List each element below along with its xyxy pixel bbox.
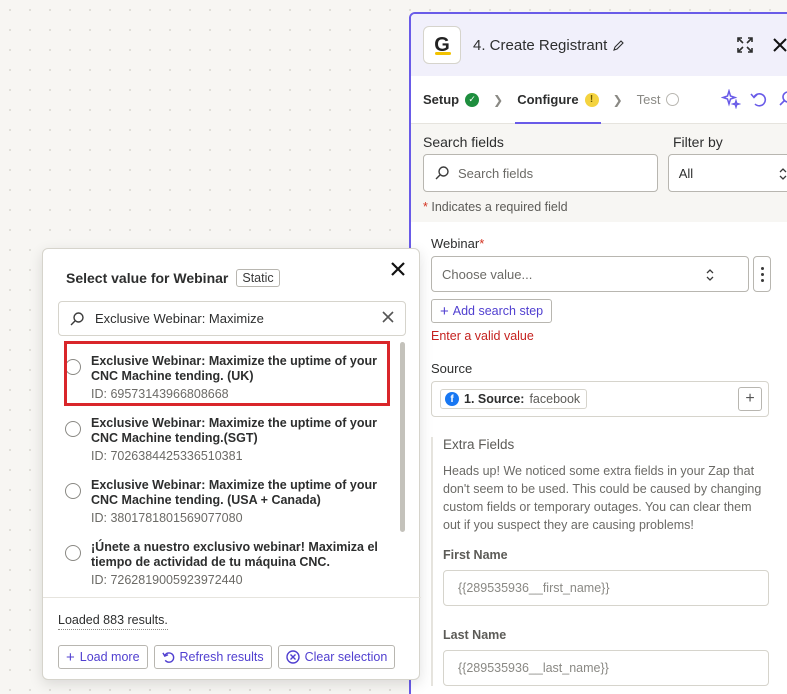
- chevron-right-icon: ❯: [493, 92, 504, 107]
- popup-search-value: Exclusive Webinar: Maximize: [95, 311, 264, 326]
- extra-fields-section: Extra Fields Heads up! We noticed some e…: [431, 437, 769, 686]
- popup-title: Select value for Webinar: [66, 270, 229, 286]
- source-pill-value: facebook: [529, 392, 581, 406]
- close-icon[interactable]: [391, 262, 409, 280]
- result-title-line1: ¡Únete a nuestro exclusivo webinar! Maxi…: [91, 540, 378, 554]
- webinar-error: Enter a valid value: [431, 329, 534, 343]
- step-tabs: Setup ✓ ❯ Configure ! ❯ Test: [411, 76, 787, 124]
- tab-test[interactable]: Test: [637, 76, 680, 123]
- search-fields-input[interactable]: Search fields: [423, 154, 658, 192]
- plus-icon: +: [66, 648, 75, 666]
- tab-setup-label: Setup: [423, 92, 460, 107]
- step-title[interactable]: 4. Create Registrant: [473, 37, 625, 54]
- result-title-line2: CNC Machine tending.(SGT): [91, 431, 258, 445]
- result-title-line1: Exclusive Webinar: Maximize the uptime o…: [91, 416, 377, 430]
- search-icon: [70, 311, 84, 325]
- add-search-step-button[interactable]: + Add search step: [431, 299, 553, 323]
- required-note-text: Indicates a required field: [431, 200, 568, 214]
- webinar-label-text: Webinar: [431, 236, 480, 251]
- source-pill[interactable]: f 1. Source: facebook: [440, 389, 588, 409]
- clear-selection-label: Clear selection: [304, 650, 388, 664]
- tab-configure[interactable]: Configure !: [515, 76, 601, 124]
- search-fields-label: Search fields: [423, 134, 504, 150]
- webinar-select[interactable]: Choose value...: [431, 256, 749, 292]
- source-label: Source: [431, 361, 473, 376]
- tab-test-label: Test: [636, 92, 661, 107]
- select-value-popup: Select value for Webinar Static Exclusiv…: [42, 248, 421, 680]
- more-options-icon[interactable]: [753, 256, 771, 292]
- selection-highlight-box: [64, 341, 390, 406]
- filter-value: All: [678, 165, 694, 181]
- warning-icon: !: [584, 92, 599, 107]
- close-icon[interactable]: [769, 34, 787, 56]
- last-name-label: Last Name: [443, 628, 507, 642]
- refresh-results-button[interactable]: Refresh results: [153, 645, 272, 669]
- field-search-area: Search fields Filter by Search fields Al…: [411, 124, 787, 222]
- last-name-field[interactable]: {{289535936__last_name}}: [443, 650, 769, 686]
- load-more-label: Load more: [79, 650, 140, 664]
- step-title-text: 4. Create Registrant: [473, 36, 608, 54]
- step-editor-panel: G 4. Create Registrant Setup ✓ ❯ Configu…: [409, 12, 787, 694]
- extra-fields-description: Heads up! We noticed some extra fields i…: [443, 464, 762, 532]
- chevron-updown-icon: [779, 168, 787, 180]
- webinar-select-placeholder: Choose value...: [442, 266, 533, 282]
- webinar-label: Webinar*: [431, 236, 485, 251]
- popup-header: Select value for Webinar Static: [43, 249, 419, 287]
- required-note: * Indicates a required field: [423, 200, 568, 214]
- result-item[interactable]: ¡Únete a nuestro exclusivo webinar! Maxi…: [65, 534, 385, 587]
- result-id: ID: 7026384425336510381: [91, 449, 243, 463]
- add-plus-icon[interactable]: +: [738, 387, 762, 411]
- results-scrollbar[interactable]: [400, 342, 405, 532]
- result-title-line1: Exclusive Webinar: Maximize the uptime o…: [91, 478, 377, 492]
- radio-button[interactable]: [65, 483, 81, 499]
- search-fields-placeholder: Search fields: [458, 165, 534, 181]
- result-id: ID: 7262819005923972440: [91, 573, 243, 587]
- popup-footer-divider: [43, 597, 421, 598]
- facebook-icon: f: [445, 392, 459, 406]
- radio-button[interactable]: [65, 421, 81, 437]
- pencil-icon[interactable]: [613, 39, 625, 51]
- add-search-step-label: Add search step: [452, 304, 544, 318]
- source-field[interactable]: f 1. Source: facebook +: [431, 381, 769, 417]
- result-id: ID: 3801781801569077080: [91, 511, 243, 525]
- clear-selection-button[interactable]: Clear selection: [277, 645, 396, 669]
- clock-icon: [666, 93, 680, 106]
- clear-icon[interactable]: [381, 310, 395, 324]
- load-more-button[interactable]: + Load more: [58, 645, 148, 669]
- result-item[interactable]: Exclusive Webinar: Maximize the uptime o…: [65, 410, 385, 463]
- form-body: Webinar* Choose value... + Add search st…: [411, 222, 787, 686]
- result-title-line2: tiempo de actividad de tu máquina CNC.: [91, 555, 330, 569]
- first-name-field[interactable]: {{289535936__first_name}}: [443, 570, 769, 606]
- popup-footer-buttons: + Load more Refresh results Clear select…: [58, 645, 396, 669]
- refresh-icon: [161, 651, 174, 663]
- app-logo: G: [423, 26, 461, 64]
- static-badge: Static: [236, 269, 280, 287]
- result-item[interactable]: Exclusive Webinar: Maximize the uptime o…: [65, 472, 385, 525]
- popup-search-input[interactable]: Exclusive Webinar: Maximize: [58, 301, 406, 336]
- search-icon[interactable]: [777, 89, 787, 109]
- chevron-right-icon: ❯: [612, 92, 623, 107]
- plus-icon: +: [440, 302, 449, 320]
- result-title-line2: CNC Machine tending. (USA + Canada): [91, 493, 321, 507]
- radio-button[interactable]: [65, 545, 81, 561]
- panel-tools: [721, 89, 787, 109]
- tab-configure-label: Configure: [517, 92, 579, 107]
- undo-icon[interactable]: [749, 89, 769, 109]
- tab-setup[interactable]: Setup ✓: [423, 76, 480, 123]
- source-pill-step: 1. Source:: [464, 392, 525, 406]
- search-icon: [435, 166, 449, 180]
- clear-circle-icon: [285, 650, 300, 664]
- refresh-results-label: Refresh results: [179, 650, 264, 664]
- chevron-updown-icon: [706, 269, 714, 281]
- filter-by-label: Filter by: [673, 134, 723, 150]
- extra-fields-title: Extra Fields: [443, 437, 515, 452]
- filter-select[interactable]: All: [667, 154, 787, 192]
- first-name-label: First Name: [443, 548, 508, 562]
- sparkle-icon[interactable]: [721, 89, 741, 109]
- expand-icon[interactable]: [734, 34, 756, 56]
- panel-header: G 4. Create Registrant: [411, 14, 787, 76]
- check-icon: ✓: [465, 92, 480, 107]
- loaded-results-text: Loaded 883 results.: [58, 613, 168, 630]
